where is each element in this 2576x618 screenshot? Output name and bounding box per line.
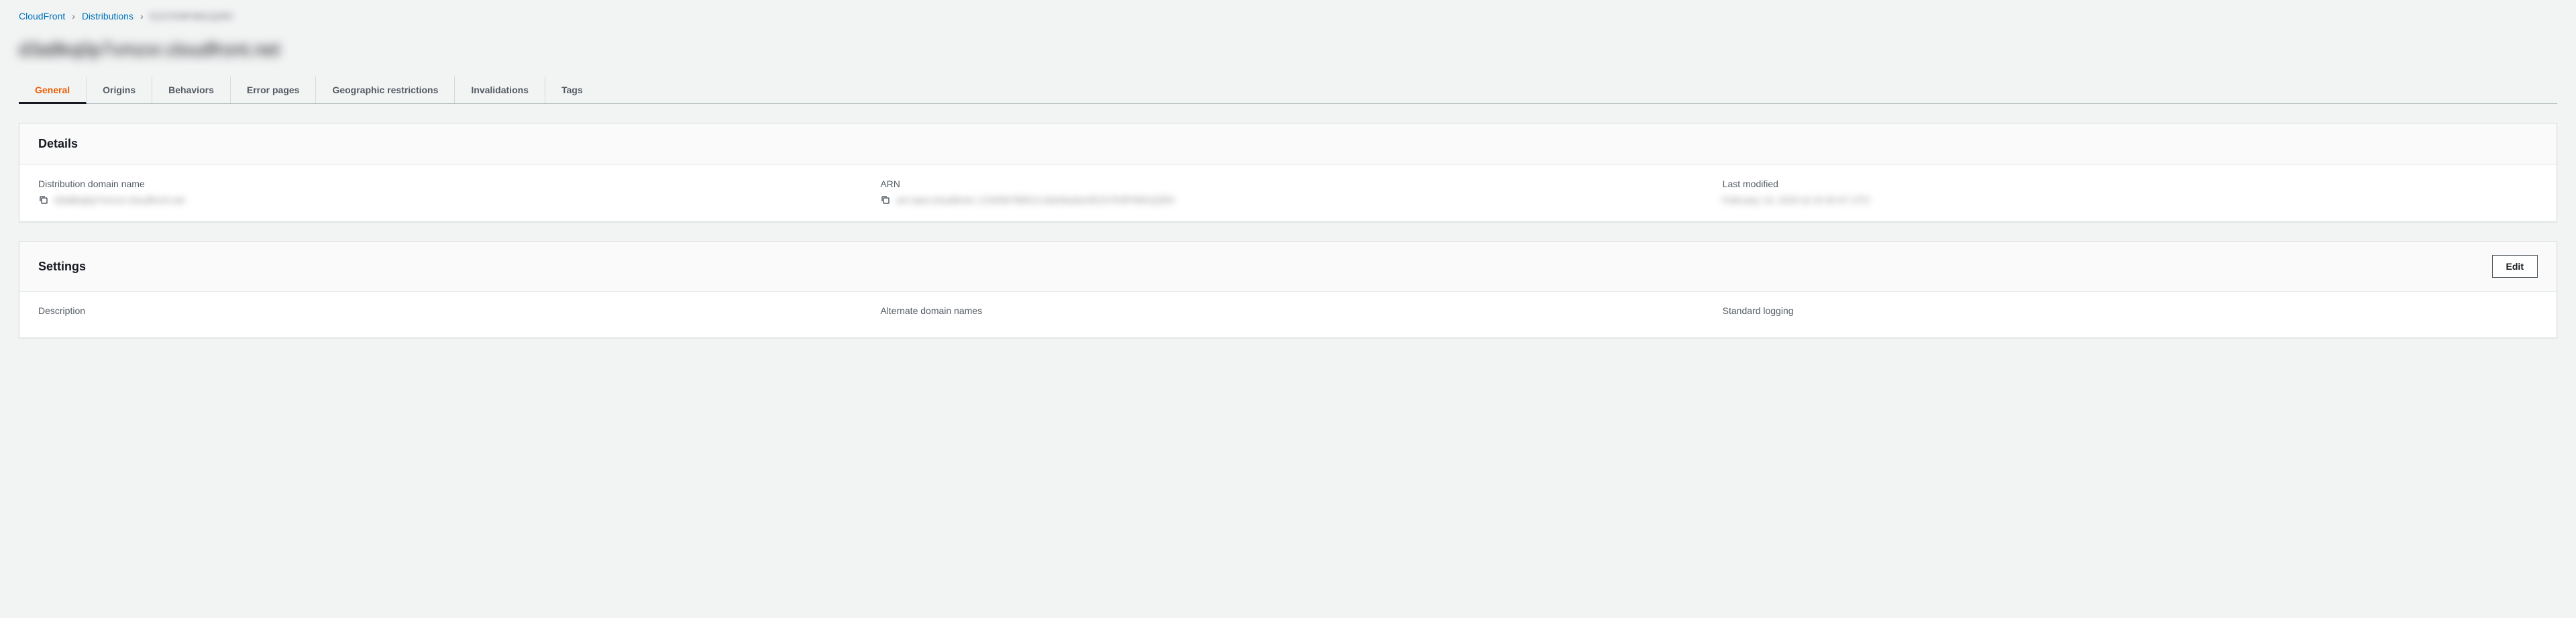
page-title: d3a8kq0p7vmzxr.cloudfront.net — [19, 39, 280, 60]
arn-value: arn:aws:cloudfront::123456789012:distrib… — [896, 195, 1175, 205]
alternate-domain-names-label: Alternate domain names — [880, 305, 1695, 316]
distribution-domain-label: Distribution domain name — [38, 178, 853, 189]
tab-behaviors[interactable]: Behaviors — [152, 76, 231, 103]
tab-tags[interactable]: Tags — [545, 76, 599, 103]
settings-panel-header: Settings Edit — [19, 242, 2557, 292]
settings-panel-title: Settings — [38, 260, 86, 274]
breadcrumb: CloudFront › Distributions › E2X7K9P4M1Q… — [19, 11, 2557, 21]
distribution-domain-value: d3a8kq0p7vmzxr.cloudfront.net — [54, 195, 185, 205]
breadcrumb-current: E2X7K9P4M1QZ8V — [150, 11, 234, 21]
chevron-right-icon: › — [140, 11, 144, 21]
last-modified-label: Last modified — [1723, 178, 2538, 189]
chevron-right-icon: › — [72, 11, 75, 21]
standard-logging-label: Standard logging — [1723, 305, 2538, 316]
details-panel: Details Distribution domain name d3a8kq0… — [19, 123, 2557, 222]
tab-error-pages[interactable]: Error pages — [231, 76, 317, 103]
tab-geographic-restrictions[interactable]: Geographic restrictions — [316, 76, 455, 103]
copy-icon[interactable] — [880, 195, 891, 205]
tab-origins[interactable]: Origins — [87, 76, 152, 103]
breadcrumb-root-link[interactable]: CloudFront — [19, 11, 65, 21]
copy-icon[interactable] — [38, 195, 49, 205]
description-label: Description — [38, 305, 853, 316]
last-modified-value: February 14, 2024 at 10:32:47 UTC — [1723, 195, 1871, 205]
edit-button[interactable]: Edit — [2492, 255, 2538, 278]
tabs: General Origins Behaviors Error pages Ge… — [19, 76, 2557, 104]
breadcrumb-distributions-link[interactable]: Distributions — [82, 11, 133, 21]
tab-general[interactable]: General — [19, 76, 87, 104]
arn-label: ARN — [880, 178, 1695, 189]
settings-panel: Settings Edit Description Alternate doma… — [19, 241, 2557, 338]
details-panel-title: Details — [38, 137, 78, 151]
tab-invalidations[interactable]: Invalidations — [455, 76, 545, 103]
details-panel-header: Details — [19, 123, 2557, 165]
